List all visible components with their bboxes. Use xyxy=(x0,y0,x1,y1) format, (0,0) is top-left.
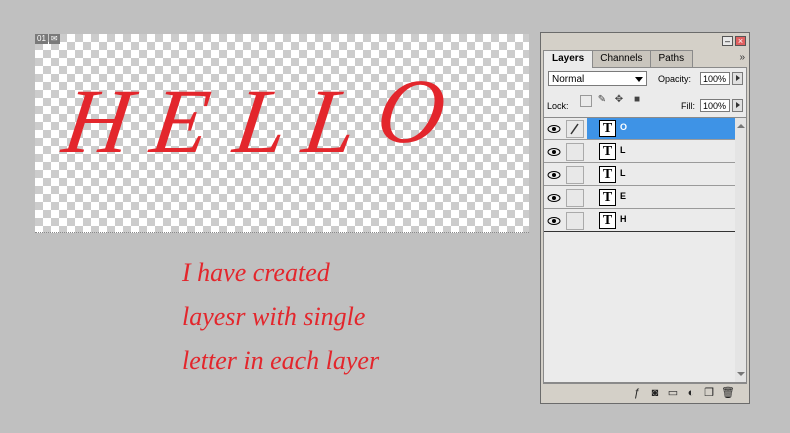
folder-icon[interactable]: ▭ xyxy=(667,387,679,399)
layer-name-cell[interactable]: T H xyxy=(587,210,736,231)
adjustment-icon[interactable]: ◐ xyxy=(685,387,697,399)
opacity-label: Opacity: xyxy=(658,74,692,84)
close-button[interactable]: × xyxy=(735,36,746,46)
link-slot[interactable] xyxy=(566,212,584,230)
tab-layers[interactable]: Layers xyxy=(543,50,594,68)
layer-name: L xyxy=(620,168,626,178)
caption-line-3: letter in each layer xyxy=(182,346,380,375)
eye-icon[interactable] xyxy=(546,144,562,160)
palette-bottom-bar: ƒ ◙ ▭ ◐ ❐ 🗑 xyxy=(543,383,747,401)
link-slot[interactable] xyxy=(566,189,584,207)
layer-options: Normal Opacity: 100% Lock: Fill: 100% xyxy=(543,67,747,121)
blend-mode-select[interactable]: Normal xyxy=(548,71,647,86)
mask-icon[interactable]: ◙ xyxy=(649,387,661,399)
layer-name-cell[interactable]: T L xyxy=(587,164,736,185)
lock-transparency-icon[interactable] xyxy=(580,95,592,107)
caption-line-2: layesr with single xyxy=(182,302,366,331)
link-slot[interactable] xyxy=(566,143,584,161)
artwork-letter-l2: L xyxy=(296,70,363,172)
layer-row-l[interactable]: T L xyxy=(544,141,736,163)
document-canvas[interactable]: H E L L O xyxy=(35,34,529,233)
link-slot[interactable] xyxy=(566,166,584,184)
scroll-down-icon[interactable] xyxy=(737,372,745,376)
brush-icon[interactable] xyxy=(566,120,584,138)
layer-name: O xyxy=(620,122,628,132)
artwork-letter-o: O xyxy=(371,60,452,162)
layer-style-icon[interactable]: ƒ xyxy=(631,387,643,399)
new-layer-icon[interactable]: ❐ xyxy=(703,387,715,399)
eye-icon[interactable] xyxy=(546,213,562,229)
artwork-letter-l1: L xyxy=(227,70,294,172)
layer-name-cell[interactable]: T E xyxy=(587,187,736,208)
artwork-letter-e: E xyxy=(144,70,216,172)
text-layer-icon: T xyxy=(599,143,616,160)
layer-row-l[interactable]: T L xyxy=(544,164,736,186)
layers-list: T O T L T L T E T H xyxy=(543,117,747,383)
fill-field[interactable]: 100% xyxy=(700,99,730,112)
opacity-field[interactable]: 100% xyxy=(700,72,730,85)
opacity-slider-button[interactable] xyxy=(732,72,743,85)
document-number: 01 xyxy=(35,34,48,44)
palette-menu-button[interactable]: » xyxy=(739,52,745,63)
lock-label: Lock: xyxy=(547,101,569,111)
text-layer-icon: T xyxy=(599,212,616,229)
mail-icon: ✉ xyxy=(48,34,60,44)
caption-line-1: I have created xyxy=(182,258,330,287)
artwork-letter-h: H xyxy=(57,70,143,172)
layers-scrollbar[interactable] xyxy=(735,118,746,382)
text-layer-icon: T xyxy=(599,166,616,183)
scroll-up-icon[interactable] xyxy=(737,124,745,128)
tab-channels[interactable]: Channels xyxy=(591,50,652,67)
palette-titlebar[interactable]: – × xyxy=(541,33,749,49)
text-layer-icon: T xyxy=(599,189,616,206)
document-badge: 01 ✉ xyxy=(35,34,60,44)
layers-palette: – × Layers Channels Paths » Normal Opaci… xyxy=(540,32,750,404)
layer-row-h[interactable]: T H xyxy=(544,210,736,232)
blend-mode-value: Normal xyxy=(552,74,585,85)
layer-name: H xyxy=(620,214,627,224)
minimize-button[interactable]: – xyxy=(722,36,733,46)
lock-move-icon[interactable]: ✥ xyxy=(614,95,624,105)
hello-artwork: H E L L O xyxy=(57,60,452,172)
fill-slider-button[interactable] xyxy=(732,99,743,112)
text-layer-icon: T xyxy=(599,120,616,137)
layer-row-o[interactable]: T O xyxy=(544,118,736,140)
layer-name: L xyxy=(620,145,626,155)
eye-icon[interactable] xyxy=(546,167,562,183)
eye-icon[interactable] xyxy=(546,190,562,206)
lock-paint-icon[interactable]: ✎ xyxy=(597,95,607,105)
layer-row-e[interactable]: T E xyxy=(544,187,736,209)
layer-name-cell[interactable]: T L xyxy=(587,141,736,162)
palette-tabs: Layers Channels Paths xyxy=(543,50,694,68)
layer-name-cell[interactable]: T O xyxy=(587,118,736,139)
layer-name: E xyxy=(620,191,627,201)
lock-all-icon[interactable]: ■ xyxy=(632,95,642,105)
eye-icon[interactable] xyxy=(546,121,562,137)
fill-label: Fill: xyxy=(681,101,695,111)
trash-icon[interactable]: 🗑 xyxy=(721,387,735,399)
tab-paths[interactable]: Paths xyxy=(649,50,694,67)
chevron-down-icon xyxy=(635,77,643,82)
